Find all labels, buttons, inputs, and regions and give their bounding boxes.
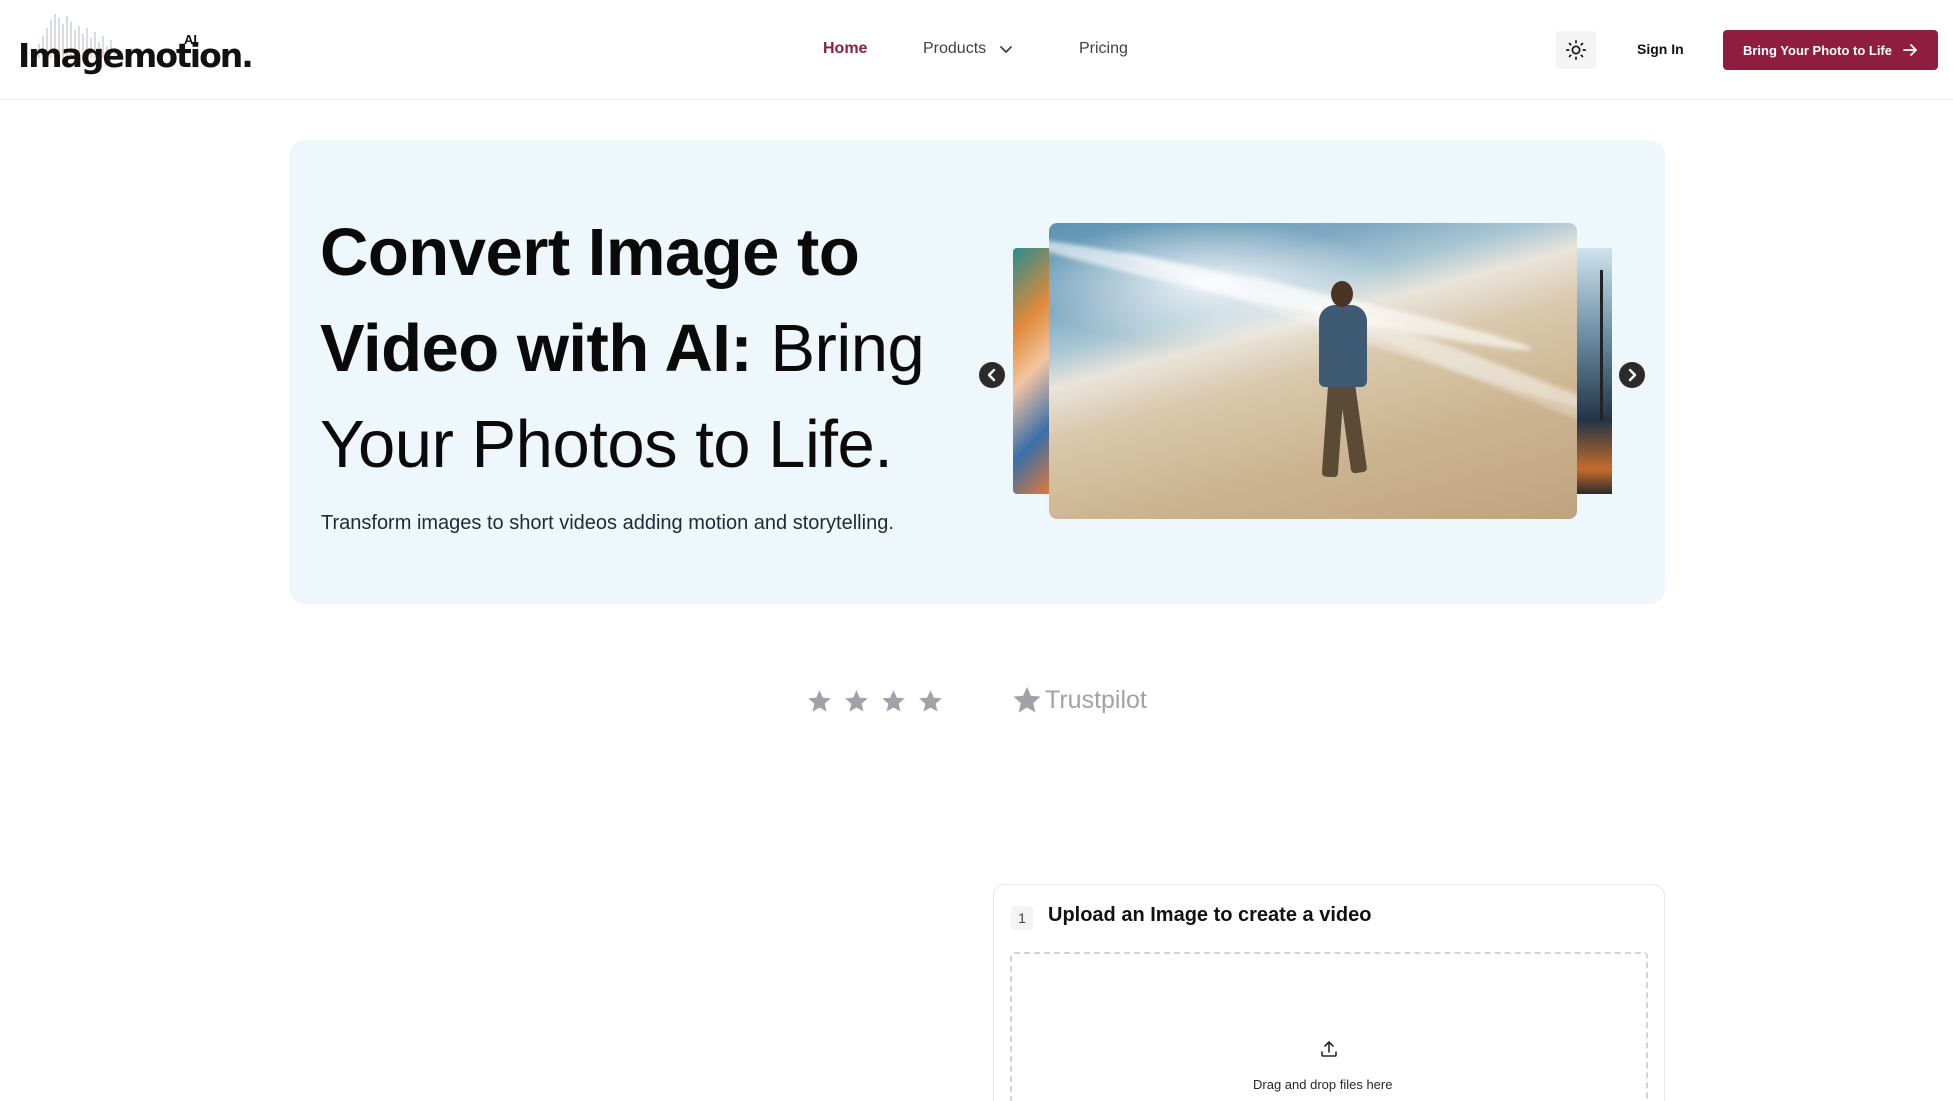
trustpilot-star-icon [1013, 686, 1041, 713]
carousel-next-slide-image[interactable] [1576, 248, 1612, 494]
theme-toggle-button[interactable] [1556, 31, 1596, 69]
trustpilot-label: Trustpilot [1045, 685, 1147, 714]
bring-photo-to-life-button[interactable]: Bring Your Photo to Life [1723, 30, 1938, 70]
logo-wordmark: Imagemotion. [18, 36, 254, 75]
trustpilot-badge[interactable]: Trustpilot [1012, 685, 1147, 715]
carousel-prev-slide-image[interactable] [1013, 248, 1053, 494]
star-icon [845, 690, 868, 712]
star-icon [919, 690, 942, 712]
arrow-right-icon [1903, 44, 1917, 56]
step-number-badge: 1 [1011, 906, 1033, 930]
upload-icon [1321, 1041, 1337, 1057]
carousel-prev-button[interactable] [979, 362, 1005, 388]
nav-home-link[interactable]: Home [823, 40, 867, 58]
nav-products-dropdown[interactable]: Products [923, 40, 1014, 58]
nav-products-label: Products [923, 40, 987, 57]
chevron-left-icon [987, 368, 996, 382]
hero-title: Convert Image to Video with AI: Bring Yo… [320, 205, 960, 493]
carousel-main-slide-image[interactable] [1049, 223, 1577, 519]
upload-card-title: Upload an Image to create a video [1048, 904, 1372, 926]
sun-icon [1566, 40, 1586, 60]
lamp-post-graphic [1600, 270, 1603, 420]
chevron-down-icon [1000, 46, 1013, 53]
star-icon [882, 690, 905, 712]
rating-stars [806, 688, 944, 715]
chevron-right-icon [1628, 368, 1637, 382]
cta-label: Bring Your Photo to Life [1742, 42, 1892, 58]
logo-ai-badge: AI [184, 32, 197, 47]
nav-pricing-link[interactable]: Pricing [1079, 40, 1128, 58]
carousel-next-button[interactable] [1619, 362, 1645, 388]
site-header: Imagemotion. AI Home Products Pricing Si… [0, 0, 1953, 100]
sign-in-link[interactable]: Sign In [1637, 41, 1684, 57]
hero-subtitle: Transform images to short videos adding … [321, 512, 894, 534]
logo[interactable]: Imagemotion. AI [18, 12, 254, 84]
dropzone-instruction: Drag and drop files here [1253, 1077, 1393, 1092]
person-walking-graphic [1313, 281, 1373, 491]
star-icon [808, 690, 831, 712]
